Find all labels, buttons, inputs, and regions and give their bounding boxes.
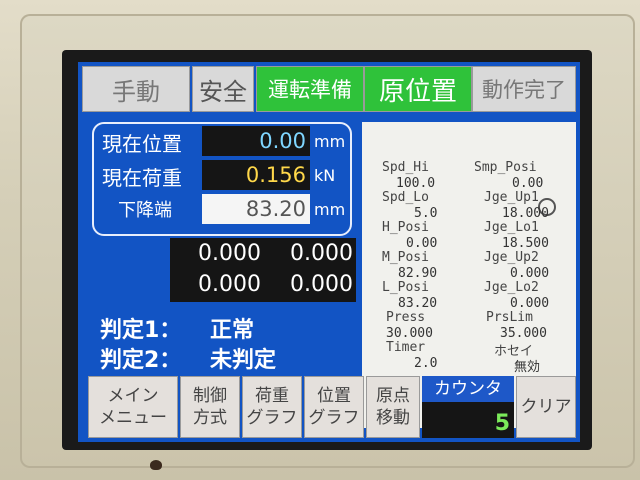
screw-hole bbox=[150, 460, 162, 470]
main-menu-label-line2: メニュー bbox=[99, 408, 167, 428]
origin-move-button[interactable]: 原点 移動 bbox=[366, 376, 420, 438]
operation-ready-label: 運転準備 bbox=[268, 78, 352, 102]
readout-box: 現在位置 0.00 mm 現在荷重 0.156 kN 下降端 83.20 mm bbox=[92, 122, 352, 236]
counter-display: カウンタ 5 bbox=[422, 376, 514, 438]
manual-button[interactable]: 手動 bbox=[82, 66, 190, 112]
param-value: 82.90 bbox=[398, 266, 438, 281]
param-value: 2.0 bbox=[414, 356, 438, 371]
param-value: 0.000 bbox=[510, 296, 550, 311]
param-label: Timer bbox=[386, 340, 426, 355]
judgement1-label: 判定1： bbox=[100, 318, 182, 343]
clear-button[interactable]: クリア bbox=[516, 376, 576, 438]
param-value: 0.000 bbox=[510, 266, 550, 281]
measurement-grid: 0.000 0.000 0.000 0.000 bbox=[170, 238, 356, 302]
control-method-label-line1: 制御 bbox=[193, 386, 227, 406]
load-label: 現在荷重 bbox=[102, 166, 182, 190]
safety-button[interactable]: 安全 bbox=[192, 66, 254, 112]
param-label: Jge_Lo2 bbox=[484, 280, 539, 295]
safety-label: 安全 bbox=[199, 77, 247, 106]
manual-label: 手動 bbox=[112, 77, 160, 106]
position-value: 0.00 bbox=[202, 126, 310, 156]
param-label: Jge_Lo1 bbox=[484, 220, 539, 235]
judgement2-value: 未判定 bbox=[210, 348, 277, 373]
param-label: PrsLim bbox=[486, 310, 533, 325]
origin-move-label-line2: 移動 bbox=[376, 408, 410, 428]
grid-value: 0.000 bbox=[198, 272, 261, 297]
bottom-end-value[interactable]: 83.20 bbox=[202, 194, 310, 224]
grid-value: 0.000 bbox=[198, 241, 261, 266]
control-method-label-line2: 方式 bbox=[193, 408, 227, 428]
param-value: 35.000 bbox=[500, 326, 547, 341]
position-graph-button[interactable]: 位置 グラフ bbox=[304, 376, 364, 438]
param-value: 5.0 bbox=[414, 206, 438, 221]
param-label: Spd_Lo bbox=[382, 190, 429, 205]
origin-position-label: 原位置 bbox=[378, 76, 457, 107]
bottom-end-label: 下降端 bbox=[118, 200, 172, 221]
counter-label: カウンタ bbox=[422, 376, 514, 402]
param-value: 無効 bbox=[514, 360, 541, 375]
operation-complete-button[interactable]: 動作完了 bbox=[472, 66, 576, 112]
load-unit: kN bbox=[314, 166, 336, 185]
hmi-screen: 手動 安全 運転準備 原位置 動作完了 現在位置 0.00 mm 現在荷重 0.… bbox=[78, 62, 580, 442]
param-label: Press bbox=[386, 310, 426, 325]
operation-complete-label: 動作完了 bbox=[482, 78, 566, 102]
param-value: 30.000 bbox=[386, 326, 433, 341]
param-value: 100.0 bbox=[396, 176, 436, 191]
param-label: H_Posi bbox=[382, 220, 429, 235]
top-button-bar: 手動 安全 運転準備 原位置 動作完了 bbox=[78, 66, 580, 112]
control-method-button[interactable]: 制御 方式 bbox=[180, 376, 240, 438]
load-graph-button[interactable]: 荷重 グラフ bbox=[242, 376, 302, 438]
position-label: 現在位置 bbox=[102, 132, 182, 156]
param-label: Jge_Up2 bbox=[484, 250, 539, 265]
param-value: 18.500 bbox=[502, 236, 549, 251]
grid-value: 0.000 bbox=[290, 272, 353, 297]
position-graph-label-line2: グラフ bbox=[308, 408, 360, 428]
param-label: M_Posi bbox=[382, 250, 429, 265]
load-graph-label-line1: 荷重 bbox=[255, 386, 289, 406]
bottom-end-unit: mm bbox=[314, 200, 346, 219]
counter-value: 5 bbox=[494, 411, 510, 436]
clear-label: クリア bbox=[520, 397, 572, 417]
param-label: Smp_Posi bbox=[474, 160, 537, 175]
load-graph-label-line2: グラフ bbox=[246, 408, 298, 428]
load-value: 0.156 bbox=[202, 160, 310, 190]
judgement1-value: 正常 bbox=[210, 318, 255, 343]
param-label: Jge_Up1 bbox=[484, 190, 539, 205]
param-value: 18.000 bbox=[502, 206, 549, 221]
position-unit: mm bbox=[314, 132, 346, 151]
judgement2-label: 判定2： bbox=[100, 348, 182, 373]
grid-value: 0.000 bbox=[290, 241, 353, 266]
param-value: 0.00 bbox=[406, 236, 438, 251]
operation-ready-button[interactable]: 運転準備 bbox=[256, 66, 364, 112]
param-value: 0.00 bbox=[512, 176, 544, 191]
origin-move-label-line1: 原点 bbox=[376, 386, 410, 406]
param-label: Spd_Hi bbox=[382, 160, 429, 175]
main-menu-label-line1: メイン bbox=[107, 386, 159, 406]
param-label: L_Posi bbox=[382, 280, 429, 295]
main-menu-button[interactable]: メイン メニュー bbox=[88, 376, 178, 438]
origin-position-button[interactable]: 原位置 bbox=[364, 66, 472, 112]
param-value: 83.20 bbox=[398, 296, 438, 311]
position-graph-label-line1: 位置 bbox=[317, 386, 351, 406]
